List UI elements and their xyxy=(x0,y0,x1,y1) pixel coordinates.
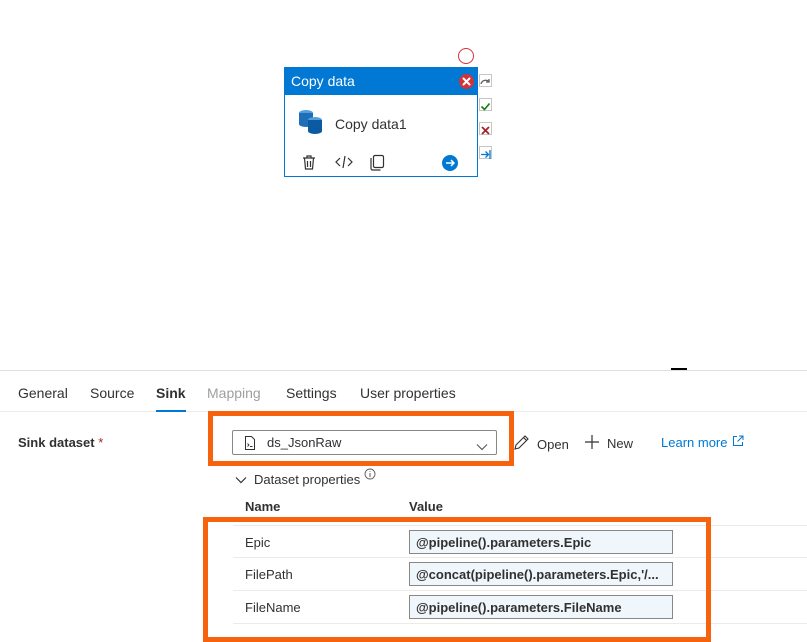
sink-dataset-value: ds_JsonRaw xyxy=(267,435,342,450)
tab-user-properties[interactable]: User properties xyxy=(360,385,456,401)
json-file-icon xyxy=(244,436,256,455)
breakpoint-circle-icon[interactable] xyxy=(458,48,474,64)
activity-name: Copy data1 xyxy=(335,116,407,132)
copy-data-activity[interactable]: Copy data Copy data1 xyxy=(284,67,478,177)
new-label: New xyxy=(607,436,634,451)
new-dataset-button[interactable]: New xyxy=(584,434,633,453)
learn-more-link[interactable]: Learn more xyxy=(661,435,744,450)
chevron-down-icon xyxy=(235,472,247,487)
tab-sink[interactable]: Sink xyxy=(156,385,186,412)
success-port-icon[interactable] xyxy=(479,98,492,111)
pipeline-canvas[interactable]: Copy data Copy data1 xyxy=(0,0,807,370)
column-header-value: Value xyxy=(409,499,443,514)
open-dataset-button[interactable]: Open xyxy=(513,434,569,454)
code-icon[interactable] xyxy=(335,154,353,175)
tab-settings[interactable]: Settings xyxy=(286,385,337,401)
learn-more-label: Learn more xyxy=(661,435,728,450)
sink-dataset-dropdown[interactable]: ds_JsonRaw xyxy=(232,430,497,455)
trash-icon[interactable] xyxy=(301,154,317,176)
dataset-properties-title: Dataset properties xyxy=(254,472,361,487)
completion-port-icon[interactable] xyxy=(479,146,492,159)
chevron-down-icon xyxy=(476,438,488,456)
plus-icon xyxy=(584,434,600,453)
activity-type-label: Copy data xyxy=(291,73,355,89)
copy-activity-icon xyxy=(297,108,325,141)
skip-port-icon[interactable] xyxy=(479,74,492,87)
column-header-name: Name xyxy=(245,499,281,514)
highlight-box-properties xyxy=(203,517,711,642)
tab-bar: General Source Sink Mapping Settings Use… xyxy=(0,371,807,412)
properties-panel: General Source Sink Mapping Settings Use… xyxy=(0,370,807,642)
delete-activity-icon[interactable] xyxy=(459,74,474,89)
activity-header: Copy data xyxy=(285,68,477,95)
tab-general[interactable]: General xyxy=(18,385,68,401)
dataset-properties-toggle[interactable]: Dataset properties xyxy=(235,468,376,487)
info-icon[interactable] xyxy=(364,468,376,483)
required-marker: * xyxy=(98,435,104,450)
failure-port-icon[interactable] xyxy=(479,122,492,135)
open-label: Open xyxy=(537,436,569,452)
sink-dataset-label-text: Sink dataset xyxy=(18,435,95,450)
go-arrow-icon[interactable] xyxy=(441,154,459,177)
pencil-icon xyxy=(513,434,530,454)
tab-mapping: Mapping xyxy=(207,385,261,401)
copy-icon[interactable] xyxy=(369,154,385,176)
external-link-icon xyxy=(732,435,744,450)
tab-source[interactable]: Source xyxy=(90,385,134,401)
sink-dataset-label: Sink dataset * xyxy=(18,435,103,450)
